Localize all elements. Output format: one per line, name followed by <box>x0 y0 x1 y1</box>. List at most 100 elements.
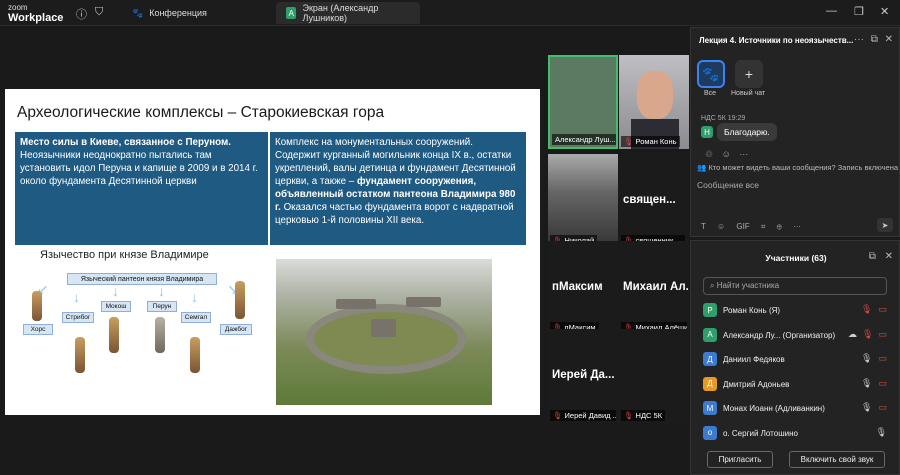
more-icon[interactable]: ··· <box>739 149 748 159</box>
participant-row[interactable]: А Александр Лу... (Организатор) ☁ 🎙 ▭ <box>691 324 899 346</box>
more-icon[interactable]: ··· <box>854 34 864 45</box>
channel-all-label: Все <box>704 90 717 97</box>
search-icon: ⌕ <box>710 281 715 290</box>
diagram-center-box: Языческий пантеон князя Владимира <box>67 273 217 285</box>
title-bar: zoom Workplace ⓘ ⛉ 🐾 Конференция A Экран… <box>0 0 900 26</box>
tab-screen-share[interactable]: A Экран (Александр Лушников) <box>276 2 420 24</box>
arrow-icon: ↓ <box>158 283 165 299</box>
participant-row[interactable]: Д Дмитрий Адоньев 🎙 ▭ <box>691 373 899 395</box>
avatar <box>637 71 673 119</box>
format-toolbar[interactable]: T ☺ GIF ⌗ ⊕ ··· <box>701 222 801 232</box>
zoom-logo: zoom Workplace <box>8 3 64 24</box>
slide-right-body-2: Оказался частью фундамента ворот с надвр… <box>275 202 514 226</box>
video-off-icon[interactable]: ▭ <box>878 378 887 388</box>
avatar: А <box>703 327 717 342</box>
plus-icon: + <box>744 66 754 82</box>
presentation-slide: Археологические комплексы – Старокиевска… <box>5 89 540 415</box>
message-meta: НДС 5К 19:29 <box>701 115 746 122</box>
popout-icon[interactable]: ⧉ <box>869 251 876 262</box>
avatar: Д <box>703 352 717 366</box>
chat-title: Лекция 4. Источники по неоязычеств... <box>699 36 854 45</box>
mic-icon[interactable]: 🎙 <box>876 427 887 437</box>
idol-image <box>32 291 42 321</box>
thread-icon[interactable]: ♲ <box>705 149 713 159</box>
paw-icon: 🐾 <box>132 7 144 18</box>
idol-image <box>155 317 165 353</box>
arrow-icon: ↓ <box>73 289 80 305</box>
mic-off-icon: 🎙 <box>624 137 634 146</box>
send-icon[interactable]: ➤ <box>877 218 893 232</box>
stone <box>336 299 376 309</box>
invite-button[interactable]: Пригласить <box>707 451 773 468</box>
close-icon[interactable]: ✕ <box>880 5 889 18</box>
participants-panel: Участники (63) ⧉ ✕ ⌕ Найти участника Р Ро… <box>690 240 900 475</box>
participant-row[interactable]: о о. Сергий Лотошино 🎙 <box>691 422 899 444</box>
slide-left-heading: Место силы в Киеве, связанное с Перуном. <box>20 137 232 148</box>
participant-name: Роман Конь (Я) <box>723 306 781 315</box>
stone <box>406 297 441 307</box>
channel-all-button[interactable]: 🐾 <box>697 60 725 88</box>
mic-icon[interactable]: 🎙 <box>861 353 872 363</box>
video-off-icon[interactable]: ▭ <box>878 304 887 314</box>
mic-off-icon: 🎙 <box>624 411 634 420</box>
popout-icon[interactable]: ⧉ <box>871 34 878 45</box>
god-box: Дажбог <box>220 324 252 335</box>
participant-name: о. Сергий Лотошино <box>723 428 798 438</box>
video-tile[interactable]: Михаил Ал... 🎙 Михаил Алёшин <box>619 241 689 335</box>
participant-search-input[interactable]: ⌕ Найти участника <box>703 277 887 295</box>
arrow-icon: ↓ <box>191 289 198 305</box>
god-box: Семгал <box>181 312 211 323</box>
participant-name: Дмитрий Адоньев <box>723 379 790 389</box>
slide-left-pane: Место силы в Киеве, связанное с Перуном.… <box>15 132 268 245</box>
video-off-icon[interactable]: ▭ <box>878 402 887 412</box>
emoji-icon[interactable]: ☺ <box>722 149 731 159</box>
mic-icon[interactable]: 🎙 <box>861 378 872 388</box>
shared-screen: Археологические комплексы – Старокиевска… <box>0 27 546 475</box>
mic-icon[interactable]: 🎙 <box>861 402 872 412</box>
slide-title: Археологические комплексы – Старокиевска… <box>17 104 385 121</box>
new-chat-button[interactable]: + <box>735 60 763 88</box>
participant-row[interactable]: М Монах Иоанн (Адливанкин) 🎙 ▭ <box>691 397 899 419</box>
video-tile[interactable]: пМаксим 🎙 пМаксим <box>548 241 618 335</box>
chat-input[interactable]: Сообщение все <box>697 180 759 190</box>
tab-conference[interactable]: 🐾 Конференция <box>122 2 217 24</box>
avatar: Д <box>703 376 717 391</box>
people-icon: 👥 <box>697 163 707 172</box>
participant-name: Монах Иоанн (Адливанкин) <box>723 404 825 413</box>
avatar: Р <box>703 303 717 317</box>
video-off-icon[interactable]: ▭ <box>878 353 887 363</box>
participant-row[interactable]: Д Даниил Федяков 🎙 ▭ <box>691 348 899 370</box>
chat-message[interactable]: Благодарю. <box>717 123 777 141</box>
video-tile[interactable]: 🎙 НДС 5К <box>619 329 689 423</box>
paw-icon: 🐾 <box>702 65 720 82</box>
god-box: Мокош <box>101 301 131 312</box>
close-icon[interactable]: ✕ <box>885 251 893 262</box>
video-tile[interactable]: 🎙 Роман Конь <box>619 55 689 149</box>
new-chat-label: Новый чат <box>731 90 766 97</box>
idol-image <box>109 317 119 353</box>
mic-off-icon: 🎙 <box>553 411 563 420</box>
video-tile[interactable]: Иерей Да... 🎙 Иерей Давид ... <box>548 329 618 423</box>
minimize-icon[interactable]: — <box>826 5 837 17</box>
chat-panel: Лекция 4. Источники по неоязычеств... ··… <box>690 27 900 237</box>
video-tile[interactable]: священ... 🎙священник ... <box>619 154 689 248</box>
participant-row[interactable]: Р Роман Конь (Я) 🎙 ▭ <box>691 299 899 321</box>
god-box: Стрибог <box>62 312 94 323</box>
info-icon[interactable]: ⓘ <box>76 6 87 22</box>
arrow-icon: ↓ <box>112 283 119 299</box>
stone <box>371 319 396 337</box>
avatar: М <box>703 401 717 415</box>
god-box: Хорс <box>23 324 53 335</box>
pantheon-diagram: Язычество при князе Владимире Языческий … <box>15 249 268 409</box>
mic-off-icon[interactable]: 🎙 <box>862 329 873 339</box>
video-off-icon[interactable]: ▭ <box>878 329 887 339</box>
unmute-button[interactable]: Включить свой звук <box>789 451 885 468</box>
shield-icon[interactable]: ⛉ <box>95 6 103 19</box>
visibility-notice[interactable]: 👥 Кто может видеть ваши сообщения? Запис… <box>697 163 898 172</box>
close-icon[interactable]: ✕ <box>885 34 893 45</box>
restore-icon[interactable]: ❐ <box>854 5 864 18</box>
video-tiles: Александр Луш... 🎙Роман Конь 🎙Николай св… <box>546 27 690 475</box>
video-tile[interactable]: 🎙Николай <box>548 154 618 248</box>
mic-off-icon[interactable]: 🎙 <box>861 304 872 314</box>
video-tile[interactable]: Александр Луш... <box>548 55 618 149</box>
